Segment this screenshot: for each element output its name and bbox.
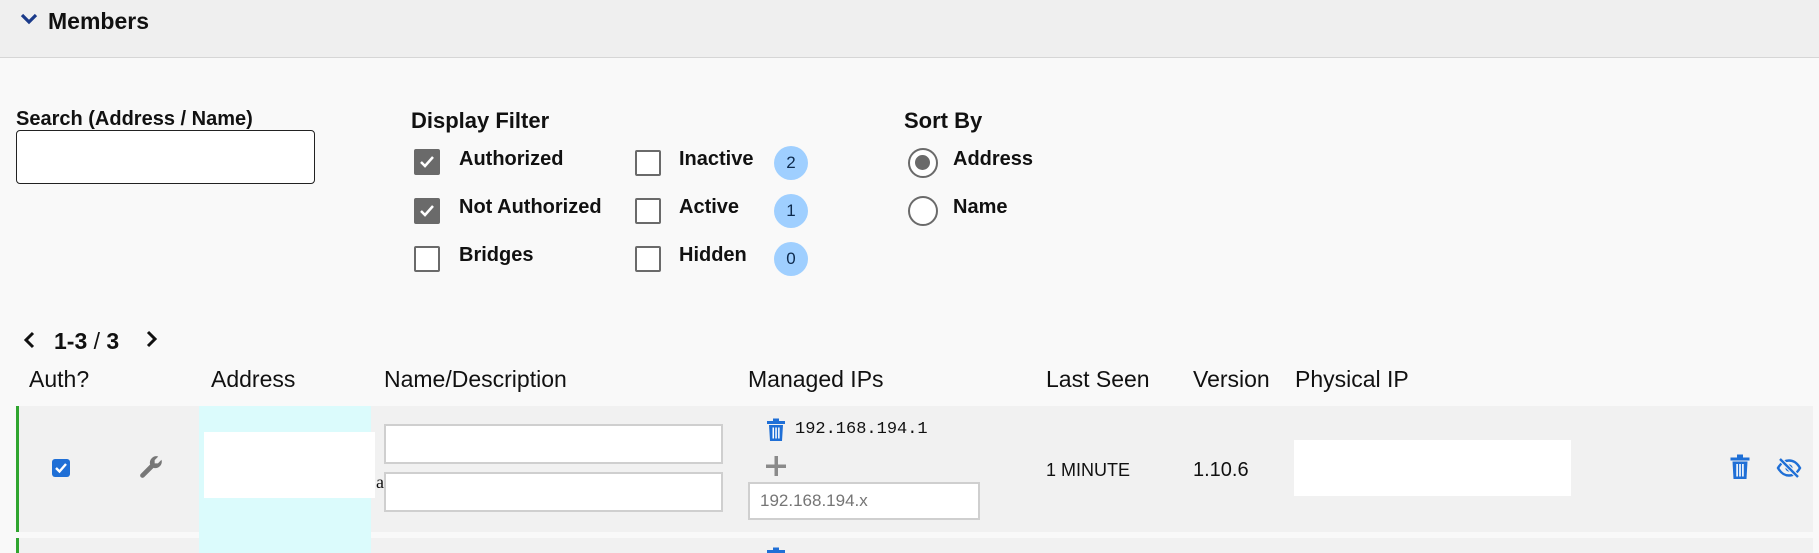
member-physical-ip: [1294, 440, 1571, 496]
check-icon: [55, 463, 67, 474]
member-last-seen: 1 MINUTE: [1046, 460, 1131, 480]
delete-member-icon[interactable]: [1729, 454, 1751, 480]
member-auth-checkbox[interactable]: [52, 459, 70, 477]
sort-address-radio[interactable]: [908, 148, 938, 178]
col-header-address[interactable]: Address: [211, 366, 295, 393]
col-header-physical-ip[interactable]: Physical IP: [1295, 366, 1409, 393]
col-header-name[interactable]: Name/Description: [384, 366, 567, 393]
chevron-down-icon[interactable]: [20, 12, 38, 26]
member-description-input[interactable]: [384, 472, 723, 512]
managed-ip-input[interactable]: [748, 482, 980, 520]
check-icon: [420, 156, 434, 168]
bridges-label: Bridges: [459, 244, 534, 266]
active-count-badge: 1: [774, 194, 808, 228]
search-label: Search (Address / Name): [16, 108, 253, 130]
inactive-label: Inactive: [679, 148, 754, 170]
hidden-label: Hidden: [679, 244, 747, 266]
check-icon: [420, 205, 434, 217]
col-header-last-seen[interactable]: Last Seen: [1046, 366, 1150, 393]
bridges-checkbox[interactable]: [414, 246, 440, 272]
inactive-count-badge: 2: [774, 146, 808, 180]
plus-icon[interactable]: [764, 454, 788, 478]
active-label: Active: [679, 196, 740, 218]
sort-name-radio[interactable]: [908, 196, 938, 226]
page-total: 3: [106, 328, 120, 354]
member-name-input[interactable]: [384, 424, 723, 464]
trash-icon[interactable]: [765, 547, 787, 553]
trash-icon[interactable]: [765, 418, 787, 442]
not-authorized-checkbox[interactable]: [414, 198, 440, 224]
authorized-label: Authorized: [459, 148, 564, 170]
member-address: [204, 432, 375, 498]
col-header-version[interactable]: Version: [1193, 366, 1270, 393]
hidden-checkbox[interactable]: [635, 246, 661, 272]
display-filter-title: Display Filter: [411, 108, 550, 133]
pagination-text: 1-3 / 3: [54, 328, 119, 355]
page-range: 1-3: [54, 328, 88, 354]
members-header[interactable]: Members: [0, 0, 1819, 58]
page-separator: /: [87, 328, 107, 354]
sort-address-label: Address: [953, 148, 1034, 170]
hidden-count-badge: 0: [774, 242, 808, 276]
authorized-checkbox[interactable]: [414, 149, 440, 175]
col-header-auth[interactable]: Auth?: [29, 366, 89, 393]
sort-by-title: Sort By: [904, 108, 983, 133]
active-checkbox[interactable]: [635, 198, 661, 224]
next-page-icon[interactable]: [145, 330, 159, 348]
col-header-managed-ips[interactable]: Managed IPs: [748, 366, 884, 393]
managed-ip-address: 192.168.194.1: [795, 420, 928, 439]
previous-page-icon[interactable]: [22, 331, 36, 349]
search-input[interactable]: [16, 130, 315, 184]
section-title: Members: [48, 8, 149, 34]
inactive-checkbox[interactable]: [635, 150, 661, 176]
hide-member-icon[interactable]: [1776, 456, 1802, 480]
member-version: 1.10.6: [1193, 459, 1249, 481]
sort-name-label: Name: [953, 196, 1008, 218]
description-overflow-char: a: [376, 472, 384, 492]
not-authorized-label: Not Authorized: [459, 196, 602, 218]
wrench-icon[interactable]: [138, 454, 164, 480]
